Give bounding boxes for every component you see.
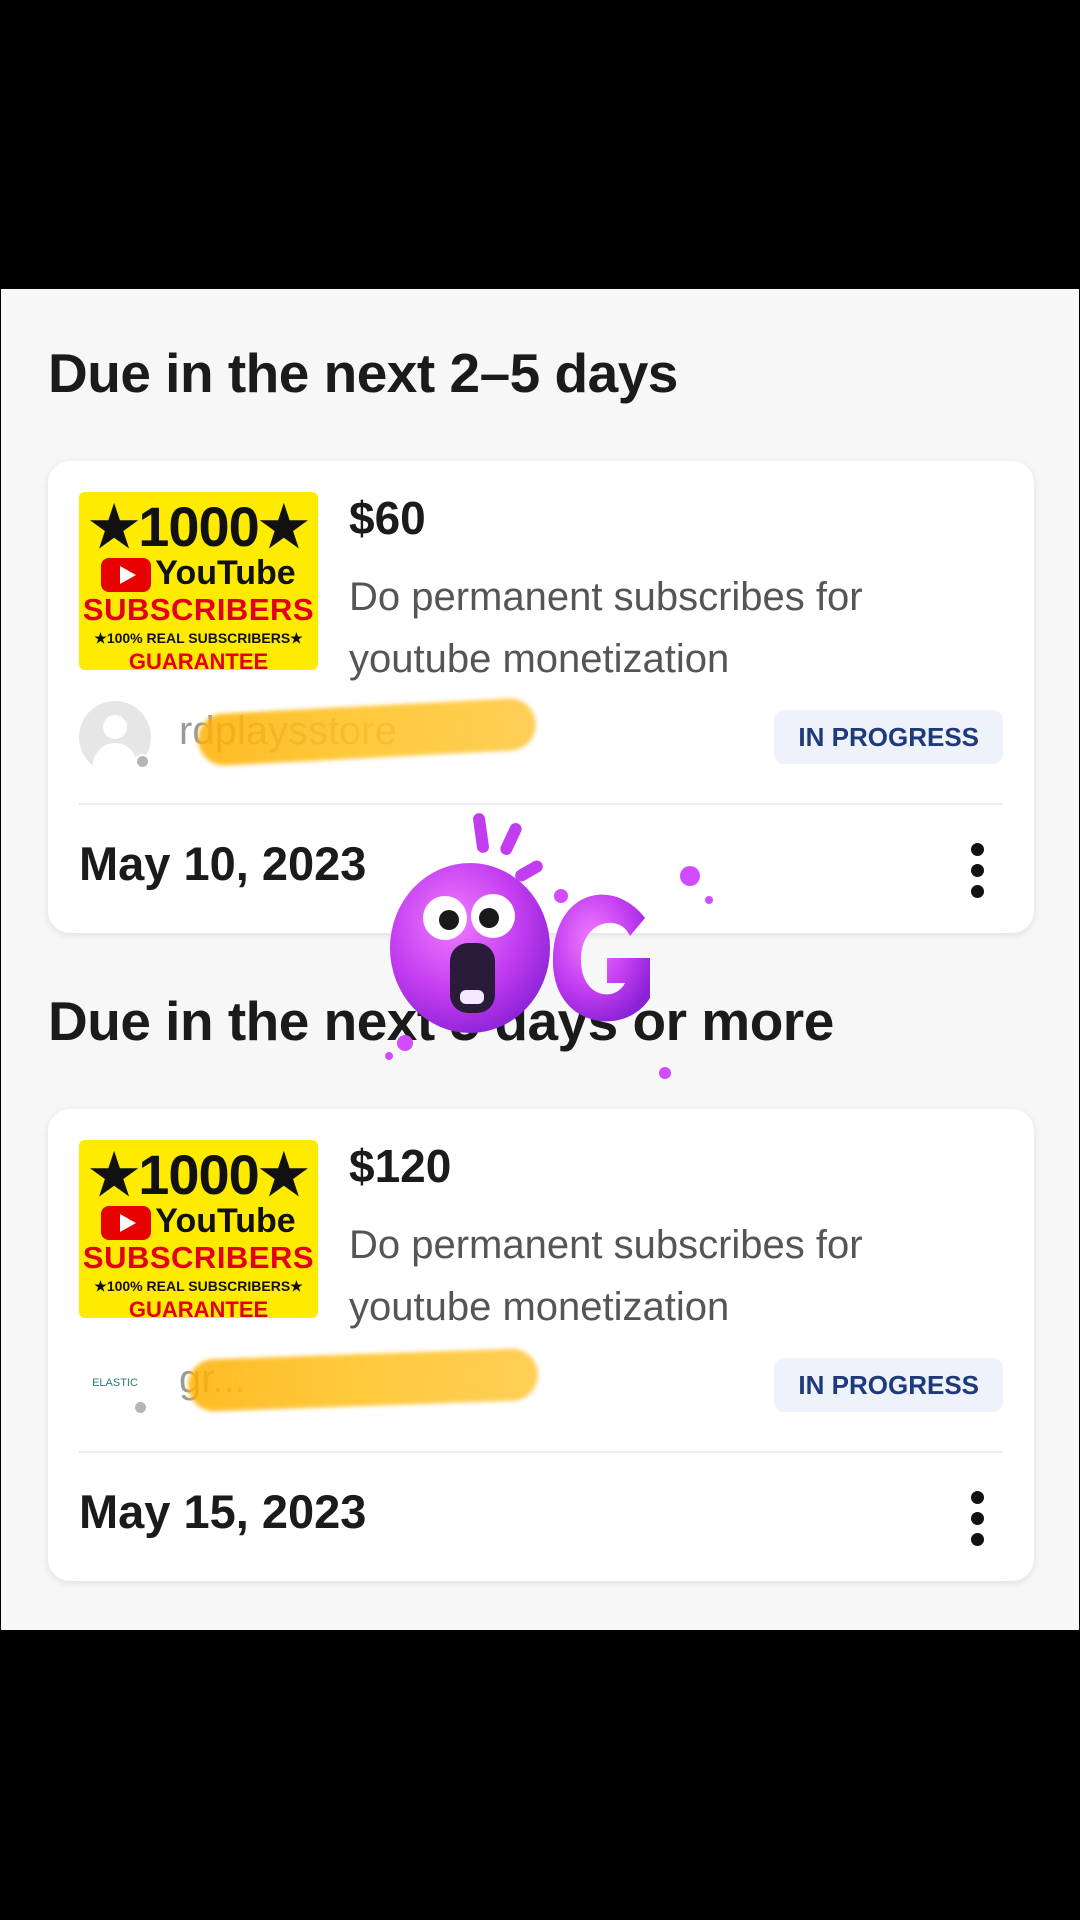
divider xyxy=(79,803,1003,805)
gig-thumbnail[interactable]: ★1000★ YouTube SUBSCRIBERS ★100% REAL SU… xyxy=(79,492,318,670)
order-price: $120 xyxy=(349,1140,452,1192)
redaction-scribble xyxy=(196,697,538,767)
order-price: $60 xyxy=(349,492,426,544)
omg-sticker xyxy=(385,813,713,1079)
buyer-avatar-logo[interactable]: ELASTIC xyxy=(79,1363,151,1403)
divider xyxy=(79,1451,1003,1453)
status-badge: IN PROGRESS xyxy=(774,710,1003,764)
thumbnail-guarantee: GUARANTEE xyxy=(128,649,269,670)
offline-status-dot xyxy=(135,754,150,769)
top-black-bar xyxy=(0,0,1080,289)
order-description: Do permanent subscribes for youtube mone… xyxy=(349,1223,863,1329)
kebab-menu-icon[interactable] xyxy=(968,1491,988,1547)
thumbnail-subscribers: SUBSCRIBERS xyxy=(82,592,315,627)
order-description: Do permanent subscribes for youtube mone… xyxy=(349,575,863,681)
due-date: May 10, 2023 xyxy=(79,837,367,890)
order-card[interactable]: ★1000★ YouTube SUBSCRIBERS ★100% REAL SU… xyxy=(48,1109,1034,1581)
thumbnail-subscribers: SUBSCRIBERS xyxy=(82,1240,315,1275)
thumbnail-count: ★1000★ xyxy=(89,495,309,558)
thumbnail-youtube: YouTube xyxy=(79,1202,318,1241)
due-date: May 15, 2023 xyxy=(79,1485,367,1538)
section-title-2-5-days: Due in the next 2–5 days xyxy=(48,342,678,404)
thumbnail-youtube: YouTube xyxy=(79,554,318,593)
thumbnail-platform: YouTube xyxy=(155,1202,296,1240)
status-badge: IN PROGRESS xyxy=(774,1358,1003,1412)
thumbnail-guarantee: GUARANTEE xyxy=(128,1297,269,1318)
youtube-play-icon xyxy=(101,1206,152,1241)
redaction-scribble xyxy=(187,1347,539,1413)
kebab-menu-icon[interactable] xyxy=(968,843,988,899)
thumbnail-count: ★1000★ xyxy=(89,1143,309,1206)
youtube-play-icon xyxy=(101,558,152,593)
gig-thumbnail[interactable]: ★1000★ YouTube SUBSCRIBERS ★100% REAL SU… xyxy=(79,1140,318,1318)
offline-status-dot xyxy=(133,1400,148,1415)
thumbnail-tagline: ★100% REAL SUBSCRIBERS★ xyxy=(94,630,303,646)
thumbnail-platform: YouTube xyxy=(155,554,296,592)
thumbnail-tagline: ★100% REAL SUBSCRIBERS★ xyxy=(94,1278,303,1294)
bottom-black-bar xyxy=(0,1630,1080,1920)
